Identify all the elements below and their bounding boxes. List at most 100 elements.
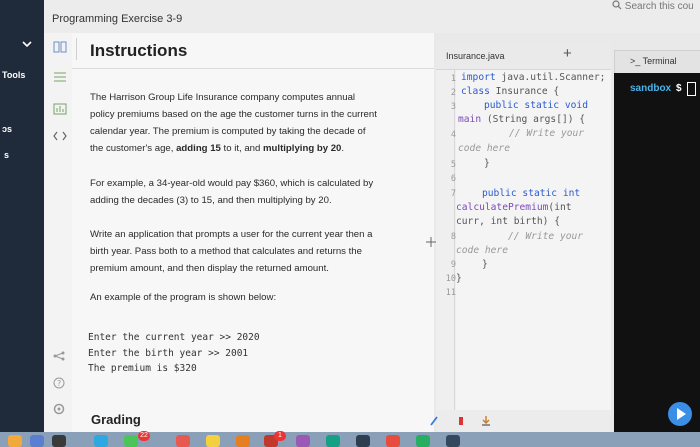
settings-icon[interactable] <box>53 403 65 415</box>
line-number: 5 <box>450 160 456 170</box>
sample-line: Enter the current year >> 2020 <box>88 332 260 343</box>
code-line-2: class Insurance { <box>461 86 559 97</box>
sample-line: Enter the birth year >> 2001 <box>88 347 249 359</box>
code-text: (int <box>548 202 572 213</box>
play-icon <box>677 408 686 420</box>
dock-app-icon[interactable] <box>8 435 22 447</box>
dock-app-icon[interactable] <box>206 435 220 447</box>
line-number: 11 <box>445 288 456 298</box>
code-text: (String args[]) { <box>481 114 586 125</box>
code-text: Insurance { <box>489 86 560 97</box>
pencil-icon[interactable] <box>430 416 438 426</box>
para2-line2: adding the decades (3) to 15, and then m… <box>90 195 332 206</box>
line-number: 3 <box>450 102 456 112</box>
instructions-title: Instructions <box>90 41 188 60</box>
para1-text-mid: to it, and <box>220 143 264 154</box>
bold-multiplying-by-20: multiplying by 20 <box>263 143 342 154</box>
notification-badge: 1 <box>274 431 286 441</box>
para1-text-end: . <box>341 143 345 154</box>
code-line-3-wrap: main (String args[]) { <box>458 114 585 125</box>
para3-line3: premium amount, and then display the ret… <box>90 263 329 274</box>
download-icon[interactable] <box>481 415 491 426</box>
code-text: java.util.Scanner; <box>495 72 606 83</box>
search-text: Search this cou <box>624 1 694 12</box>
dock-app-icon[interactable] <box>30 435 44 447</box>
line-number: 7 <box>450 189 456 199</box>
instruction-paragraph-3: Write an application that prompts a user… <box>90 226 425 277</box>
keyword: public static void <box>484 100 588 111</box>
dock-app-icon[interactable] <box>236 435 250 447</box>
left-course-sidebar: Tools ɔs s <box>0 0 44 432</box>
instruction-paragraph-4: An example of the program is shown below… <box>90 292 277 303</box>
dock-app-icon[interactable] <box>416 435 430 447</box>
add-file-button[interactable]: + <box>563 45 572 62</box>
instructions-tool-column: ? <box>44 33 73 432</box>
sidebar-partial-label-2[interactable]: s <box>4 150 9 160</box>
line-number: 8 <box>450 232 456 242</box>
tab-insurance-java[interactable]: Insurance.java <box>446 51 505 61</box>
list-icon[interactable] <box>53 71 67 83</box>
dock-app-icon[interactable] <box>296 435 310 447</box>
dock-app-icon[interactable] <box>356 435 370 447</box>
terminal-dollar: $ <box>676 83 682 94</box>
dock-app-icon[interactable] <box>52 435 66 447</box>
terminal-label: Terminal <box>642 56 677 66</box>
para2-line1: For example, a 34-year-old would pay $36… <box>90 178 374 189</box>
share-icon[interactable] <box>53 351 65 361</box>
code-line-4: // Write your <box>509 128 585 139</box>
line-number: 4 <box>450 130 456 140</box>
chevron-down-icon[interactable] <box>22 39 32 49</box>
marker-icon[interactable] <box>458 416 464 426</box>
terminal-pane[interactable] <box>614 73 700 432</box>
title-separator <box>72 68 434 69</box>
dock-app-icon[interactable] <box>176 435 190 447</box>
code-line-8-wrap: code here <box>456 245 508 256</box>
title-divider <box>76 38 77 60</box>
bold-adding-15: adding 15 <box>176 143 221 154</box>
exercise-title: Programming Exercise 3-9 <box>52 13 183 25</box>
code-line-7-wrap: calculatePremium(int <box>456 202 572 213</box>
tools-label[interactable]: Tools <box>2 70 25 80</box>
dock-app-icon[interactable] <box>94 435 108 447</box>
para3-line1: Write an application that prompts a user… <box>90 229 373 240</box>
para1-line2: policy premiums based on the age the cus… <box>90 109 377 120</box>
method-name: calculatePremium <box>456 202 549 213</box>
line-number: 6 <box>450 174 456 184</box>
svg-text:?: ? <box>57 379 61 388</box>
terminal-icon: >_ <box>630 56 643 66</box>
course-search[interactable]: Search this cou <box>612 0 694 12</box>
chart-icon[interactable] <box>53 103 67 115</box>
method-name: main <box>458 114 482 125</box>
code-icon[interactable] <box>53 131 67 141</box>
code-line-3: public static void <box>484 100 588 111</box>
instruction-paragraph-1: The Harrison Group Life Insurance compan… <box>90 89 425 157</box>
terminal-cursor <box>687 82 696 96</box>
book-icon[interactable] <box>53 41 67 53</box>
terminal-prompt: sandbox <box>630 83 672 94</box>
terminal-tab-label[interactable]: >_ Terminal <box>630 56 677 66</box>
resize-handle-icon[interactable] <box>425 236 437 248</box>
line-number: 1 <box>450 74 456 84</box>
search-icon <box>612 0 622 10</box>
dock-app-icon[interactable] <box>124 435 138 447</box>
grading-heading[interactable]: Grading <box>91 412 141 427</box>
sample-line: The premium is $320 <box>88 363 197 374</box>
dock-app-icon[interactable] <box>386 435 400 447</box>
para1-line4: the customer's age, adding 15 to it, and… <box>90 140 425 157</box>
dock-app-icon[interactable] <box>326 435 340 447</box>
line-number: 10 <box>445 274 456 284</box>
para3-line2: birth year. Pass both to a method that c… <box>90 246 362 257</box>
code-line-1: import java.util.Scanner; <box>461 72 605 83</box>
notification-badge: 22 <box>138 431 150 441</box>
sidebar-partial-label[interactable]: ɔs <box>2 124 12 134</box>
help-icon[interactable]: ? <box>53 377 65 389</box>
code-line-8: // Write your <box>508 231 584 242</box>
editor-toolbar <box>430 410 611 432</box>
keyword: public static int <box>482 188 581 199</box>
dock-app-icon[interactable] <box>446 435 460 447</box>
para1-text: the customer's age, <box>90 143 177 154</box>
code-line-9: } <box>482 259 488 270</box>
sample-output: Enter the current year >> 2020 Enter the… <box>88 330 428 386</box>
para1-line3: calendar year. The premium is computed b… <box>90 126 366 137</box>
code-line-10: } <box>456 273 462 284</box>
